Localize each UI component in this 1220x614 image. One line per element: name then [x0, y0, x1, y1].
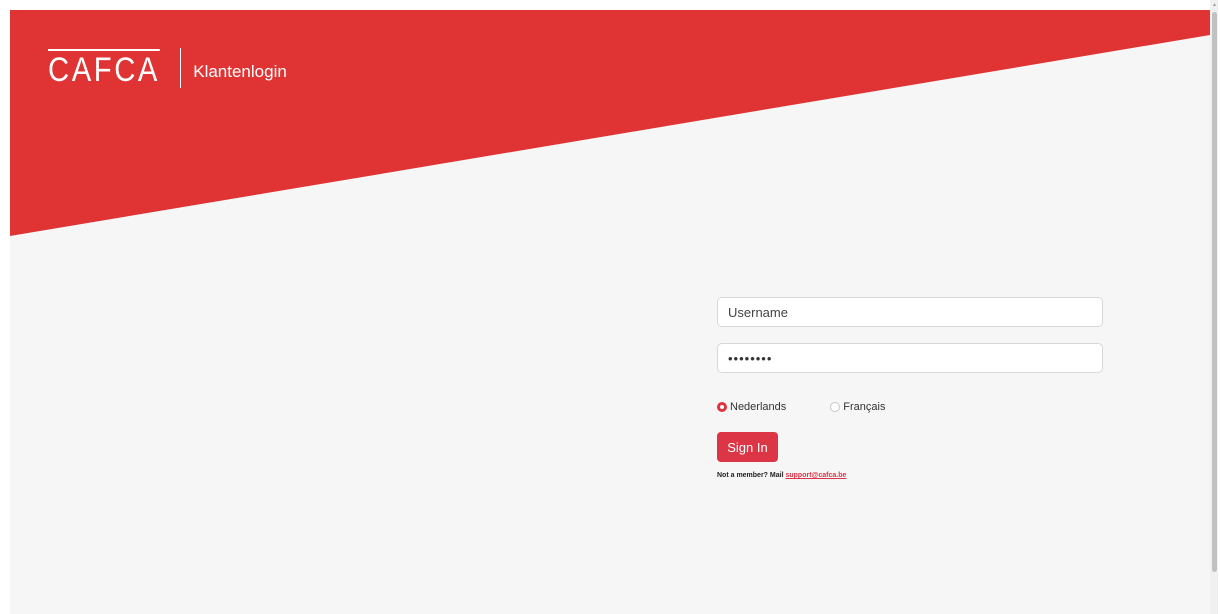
- language-option-nederlands[interactable]: Nederlands: [717, 401, 786, 413]
- logo-divider: [180, 48, 182, 88]
- page-subtitle: Klantenlogin: [193, 62, 287, 81]
- language-label-nederlands: Nederlands: [730, 401, 787, 413]
- support-email-link[interactable]: support@cafca.be: [785, 472, 846, 479]
- radio-unchecked-icon[interactable]: [830, 402, 841, 412]
- language-option-francais[interactable]: Français: [830, 401, 885, 413]
- login-page: CAFCA Klantenlogin Nederlands Français S…: [10, 10, 1210, 614]
- banner-shape: [10, 10, 1210, 236]
- language-selector: Nederlands Français: [717, 401, 1103, 413]
- logo-wordmark: CAFCA: [48, 49, 161, 89]
- chevron-up-icon[interactable]: ▲: [1212, 2, 1217, 8]
- language-label-francais: Français: [843, 401, 886, 413]
- member-note: Not a member? Mail support@cafca.be: [717, 472, 1103, 479]
- member-note-text: Not a member? Mail: [717, 472, 786, 479]
- username-field[interactable]: [717, 297, 1103, 327]
- password-field[interactable]: [717, 343, 1103, 373]
- brand-logo: CAFCA Klantenlogin: [48, 48, 287, 88]
- scrollbar-thumb[interactable]: [1212, 12, 1217, 572]
- sign-in-button[interactable]: Sign In: [717, 432, 778, 462]
- radio-checked-icon[interactable]: [717, 402, 727, 412]
- header-banner: [10, 10, 1210, 236]
- login-form: Nederlands Français Sign In Not a member…: [717, 297, 1103, 479]
